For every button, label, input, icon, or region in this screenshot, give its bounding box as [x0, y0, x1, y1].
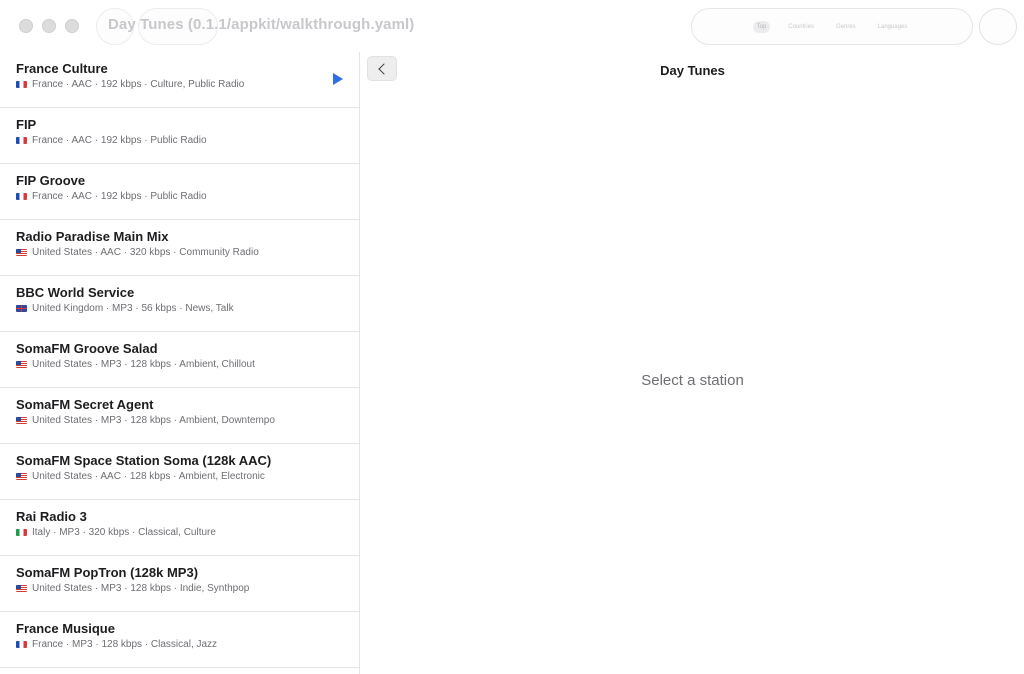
us-flag-icon — [16, 417, 27, 424]
segment-divider: · — [776, 23, 779, 30]
station-row[interactable]: BBC World Service United Kingdom · MP3 ·… — [0, 276, 359, 332]
segment-countries[interactable]: Countries — [784, 21, 818, 33]
station-meta: United Kingdom · MP3 · 56 kbps · News, T… — [16, 303, 234, 314]
us-flag-icon — [16, 249, 27, 256]
empty-state-message: Select a station — [641, 372, 744, 389]
station-details: United States · MP3 · 128 kbps · Indie, … — [32, 583, 250, 594]
station-details: United States · MP3 · 128 kbps · Ambient… — [32, 359, 255, 370]
station-row[interactable]: SomaFM Groove Salad United States · MP3 … — [0, 332, 359, 388]
station-row[interactable]: France Culture France · AAC · 192 kbps ·… — [0, 52, 359, 108]
station-details: United Kingdom · MP3 · 56 kbps · News, T… — [32, 303, 234, 314]
station-details: France · AAC · 192 kbps · Public Radio — [32, 135, 207, 146]
station-name: FIP Groove — [16, 173, 86, 188]
station-row[interactable]: Rai Radio 3 Italy · MP3 · 320 kbps · Cla… — [0, 500, 359, 556]
station-name: SomaFM Secret Agent — [16, 397, 154, 412]
toolbar-round-button[interactable] — [979, 8, 1017, 45]
station-meta: United States · MP3 · 128 kbps · Ambient… — [16, 415, 275, 426]
us-flag-icon — [16, 361, 27, 368]
station-row[interactable]: Radio Paradise Main Mix United States · … — [0, 220, 359, 276]
us-flag-icon — [16, 585, 27, 592]
segment-divider: · — [865, 23, 868, 30]
segment-divider: · — [823, 23, 826, 30]
station-name: FIP — [16, 117, 37, 132]
station-meta: Italy · MP3 · 320 kbps · Classical, Cult… — [16, 527, 216, 538]
station-meta: France · MP3 · 128 kbps · Classical, Jaz… — [16, 639, 217, 650]
station-row[interactable]: FIP France · AAC · 192 kbps · Public Rad… — [0, 108, 359, 164]
station-meta: France · AAC · 192 kbps · Public Radio — [16, 191, 207, 202]
uk-flag-icon — [16, 305, 27, 312]
france-flag-icon — [16, 81, 27, 88]
station-name: France Musique — [16, 621, 115, 636]
station-meta: France · AAC · 192 kbps · Public Radio — [16, 135, 207, 146]
france-flag-icon — [16, 193, 27, 200]
station-name: Radio Paradise Main Mix — [16, 229, 169, 244]
station-row[interactable]: SomaFM Secret Agent United States · MP3 … — [0, 388, 359, 444]
segment-top[interactable]: Top — [752, 20, 771, 33]
france-flag-icon — [16, 641, 27, 648]
minimize-window-button[interactable] — [42, 19, 56, 33]
station-meta: United States · MP3 · 128 kbps · Indie, … — [16, 583, 249, 594]
station-meta: United States · AAC · 128 kbps · Ambient… — [16, 471, 265, 482]
us-flag-icon — [16, 473, 27, 480]
station-list: France Culture France · AAC · 192 kbps ·… — [0, 52, 360, 674]
station-meta: United States · MP3 · 128 kbps · Ambient… — [16, 359, 255, 370]
window-title: Day Tunes (0.1.1/appkit/walkthrough.yaml… — [108, 16, 415, 33]
station-details: France · AAC · 192 kbps · Public Radio — [32, 191, 207, 202]
station-details: France · AAC · 192 kbps · Culture, Publi… — [32, 79, 245, 90]
detail-pane: Day Tunes Select a station — [361, 52, 1024, 674]
browse-segmented-control[interactable]: Top · Countries · Genres · Languages — [691, 8, 973, 45]
italy-flag-icon — [16, 529, 27, 536]
station-meta: France · AAC · 192 kbps · Culture, Publi… — [16, 79, 244, 90]
close-window-button[interactable] — [19, 19, 33, 33]
segment-languages[interactable]: Languages — [874, 21, 912, 33]
segment-genres[interactable]: Genres — [832, 21, 860, 33]
detail-title: Day Tunes — [660, 63, 725, 78]
station-meta: United States · AAC · 320 kbps · Communi… — [16, 247, 259, 258]
station-name: BBC World Service — [16, 285, 135, 300]
station-name: SomaFM Groove Salad — [16, 341, 158, 356]
station-name: France Culture — [16, 61, 108, 76]
station-details: United States · AAC · 320 kbps · Communi… — [32, 247, 259, 258]
station-details: Italy · MP3 · 320 kbps · Classical, Cult… — [32, 527, 216, 538]
station-name: Rai Radio 3 — [16, 509, 87, 524]
station-row[interactable]: SomaFM Space Station Soma (128k AAC) Uni… — [0, 444, 359, 500]
play-icon[interactable] — [333, 73, 343, 85]
station-name: SomaFM Space Station Soma (128k AAC) — [16, 453, 272, 468]
station-details: France · MP3 · 128 kbps · Classical, Jaz… — [32, 639, 218, 650]
station-details: United States · AAC · 128 kbps · Ambient… — [32, 471, 265, 482]
station-details: United States · MP3 · 128 kbps · Ambient… — [32, 415, 275, 426]
france-flag-icon — [16, 137, 27, 144]
station-name: SomaFM PopTron (128k MP3) — [16, 565, 199, 580]
station-row[interactable]: France Musique France · MP3 · 128 kbps ·… — [0, 612, 359, 668]
title-bar: Day Tunes (0.1.1/appkit/walkthrough.yaml… — [0, 0, 1024, 52]
station-row[interactable]: FIP Groove France · AAC · 192 kbps · Pub… — [0, 164, 359, 220]
station-row[interactable]: SomaFM PopTron (128k MP3) United States … — [0, 556, 359, 612]
zoom-window-button[interactable] — [65, 19, 79, 33]
